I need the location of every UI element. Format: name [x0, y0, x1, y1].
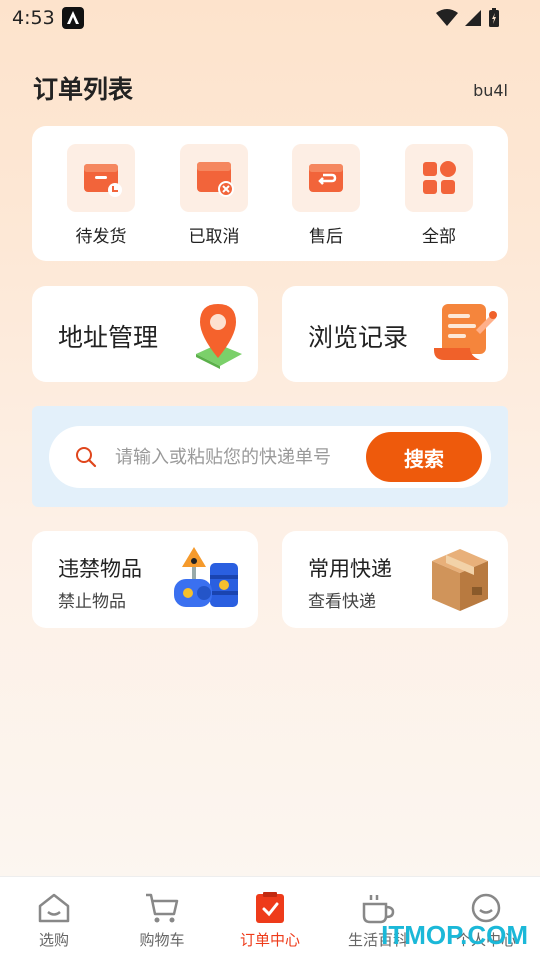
all-orders-icon [405, 144, 473, 212]
pending-shipment-icon [67, 144, 135, 212]
search-box: 搜索 [49, 426, 491, 488]
search-section: 搜索 [32, 406, 508, 507]
tab-shop[interactable]: 选购 [0, 891, 108, 950]
search-icon [76, 447, 97, 468]
package-box-icon [432, 549, 488, 611]
common-express-subtitle: 查看快递 [308, 592, 376, 612]
user-name: bu4l [473, 81, 508, 100]
battery-icon [489, 8, 499, 27]
common-express-card[interactable]: 常用快递 查看快递 [282, 531, 508, 628]
tab-cart-label: 购物车 [139, 931, 185, 949]
tracking-number-input[interactable] [115, 442, 361, 472]
search-button[interactable]: 搜索 [366, 432, 482, 482]
status-bar: 4:53 [0, 0, 540, 36]
prohibited-items-subtitle: 禁止物品 [58, 592, 126, 612]
status-icons [436, 8, 500, 28]
cancelled-icon [180, 144, 248, 212]
order-pending-shipment-label: 待发货 [75, 227, 127, 247]
order-all-label: 全部 [422, 227, 456, 247]
browsing-history-card[interactable]: 浏览记录 [282, 286, 508, 382]
order-cancelled[interactable]: 已取消 [179, 144, 249, 247]
home-icon [0, 891, 108, 925]
map-pin-icon [196, 304, 242, 369]
wifi-icon [436, 9, 458, 26]
order-after-sales[interactable]: 售后 [291, 144, 361, 247]
orders-icon [216, 891, 324, 925]
scroll-icon [434, 304, 497, 360]
after-sales-icon [292, 144, 360, 212]
watermark: ITMOP.COM [381, 920, 528, 950]
address-management-card[interactable]: 地址管理 [32, 286, 258, 382]
order-after-sales-label: 售后 [309, 227, 343, 247]
order-pending-shipment[interactable]: 待发货 [66, 144, 136, 247]
notification-app-icon [62, 7, 84, 29]
tab-cart[interactable]: 购物车 [108, 891, 216, 950]
order-cancelled-label: 已取消 [188, 227, 240, 247]
browsing-history-label: 浏览记录 [308, 323, 409, 352]
signal-icon [465, 10, 481, 26]
tab-orders-label: 订单中心 [239, 931, 300, 949]
tab-shop-label: 选购 [38, 931, 69, 949]
common-express-title: 常用快递 [308, 557, 392, 581]
tab-orders[interactable]: 订单中心 [216, 891, 324, 950]
hazard-barrels-icon [174, 547, 238, 607]
order-status-card: 待发货 已取消 售后 全部 [32, 126, 508, 261]
page-title: 订单列表 [33, 75, 134, 104]
order-all[interactable]: 全部 [404, 144, 474, 247]
prohibited-items-card[interactable]: 违禁物品 禁止物品 [32, 531, 258, 628]
cart-icon [108, 891, 216, 925]
status-time: 4:53 [12, 7, 55, 29]
address-management-label: 地址管理 [58, 323, 159, 352]
prohibited-items-title: 违禁物品 [58, 557, 142, 581]
